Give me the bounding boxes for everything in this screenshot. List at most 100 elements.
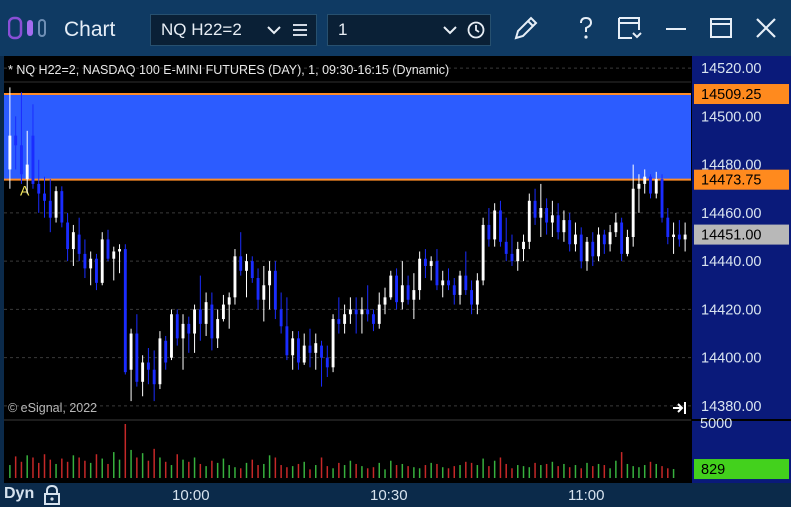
candle-body bbox=[227, 297, 231, 305]
time-label-1000: 10:00 bbox=[172, 487, 210, 504]
candle-body bbox=[389, 275, 393, 298]
candle-body bbox=[135, 333, 139, 382]
candle-body bbox=[360, 309, 364, 315]
candle-body bbox=[146, 362, 150, 370]
candle-body bbox=[372, 314, 375, 324]
price-marker-label: 14509.25 bbox=[701, 87, 761, 103]
time-axis[interactable]: Dyn 10:00 10:30 11:00 bbox=[0, 483, 791, 507]
candle-body bbox=[539, 208, 543, 218]
candle-body bbox=[470, 290, 474, 305]
candle-body bbox=[435, 261, 439, 286]
candle-body bbox=[660, 179, 664, 218]
price-axis-label: 14460.00 bbox=[701, 206, 761, 222]
candle-body bbox=[216, 319, 220, 339]
candle-body bbox=[441, 280, 445, 286]
candle-body bbox=[579, 234, 583, 262]
candle-body bbox=[285, 326, 289, 356]
candle-body bbox=[654, 179, 658, 194]
price-axis-label: 14440.00 bbox=[701, 254, 761, 270]
candle-body bbox=[452, 285, 456, 295]
candle-body bbox=[187, 323, 191, 334]
candle-body bbox=[597, 234, 600, 257]
pencil-icon[interactable] bbox=[510, 12, 542, 44]
candle-body bbox=[297, 338, 300, 363]
candle-body bbox=[89, 258, 93, 269]
candle-body bbox=[516, 249, 520, 262]
candle-body bbox=[493, 210, 497, 240]
candle-body bbox=[412, 290, 416, 300]
candle-body bbox=[250, 261, 254, 279]
candle-body bbox=[418, 258, 422, 291]
candle-body bbox=[204, 302, 208, 324]
form-icon[interactable] bbox=[614, 12, 646, 44]
chart-header: * NQ H22=2, NASDAQ 100 E-MINI FUTURES (D… bbox=[8, 63, 450, 77]
candle-body bbox=[672, 234, 676, 237]
candle-body bbox=[198, 309, 202, 324]
candle-body bbox=[383, 297, 387, 305]
price-chart[interactable]: A14520.0014500.0014480.0014460.0014440.0… bbox=[4, 56, 791, 483]
candle-body bbox=[106, 239, 110, 259]
candle-body bbox=[302, 345, 306, 363]
lock-icon[interactable] bbox=[42, 484, 62, 506]
candle-body bbox=[574, 234, 577, 245]
candle-body bbox=[620, 222, 624, 254]
candle-body bbox=[66, 222, 70, 250]
candle-body bbox=[268, 270, 272, 286]
candle-body bbox=[291, 338, 295, 356]
candle-body bbox=[118, 249, 121, 252]
chevron-down-icon[interactable] bbox=[440, 20, 460, 40]
candle-body bbox=[100, 239, 104, 283]
candle-body bbox=[614, 222, 618, 233]
candle-body bbox=[522, 241, 525, 250]
candle-body bbox=[320, 345, 323, 358]
candle-body bbox=[112, 251, 116, 259]
close-icon[interactable] bbox=[750, 12, 782, 44]
candle-body bbox=[649, 176, 652, 194]
candle-body bbox=[637, 183, 641, 189]
candle-body bbox=[164, 340, 168, 363]
candle-body bbox=[343, 314, 347, 324]
candle-body bbox=[175, 314, 179, 339]
candle-body bbox=[625, 237, 629, 254]
candle-body bbox=[666, 217, 670, 237]
candle-body bbox=[481, 224, 485, 281]
candle-body bbox=[308, 345, 312, 353]
minimize-icon[interactable] bbox=[660, 12, 692, 44]
candle-body bbox=[141, 362, 145, 382]
interval-value[interactable]: 1 bbox=[338, 20, 347, 40]
candle-body bbox=[464, 275, 468, 291]
candle-body bbox=[475, 280, 479, 305]
dyn-label[interactable]: Dyn bbox=[4, 485, 34, 503]
volume-axis-label: 5000 bbox=[700, 416, 732, 432]
candle-body bbox=[504, 241, 508, 254]
candle-body bbox=[568, 220, 572, 245]
candle-body bbox=[395, 275, 398, 303]
maximize-icon[interactable] bbox=[705, 12, 737, 44]
candle-body bbox=[158, 338, 162, 385]
chart-area[interactable]: A 14520.00 14500.00 14480.00 14460.00 14440.0… bbox=[4, 56, 791, 483]
price-marker-label: 14451.00 bbox=[701, 228, 761, 244]
help-icon[interactable] bbox=[570, 12, 602, 44]
interval-selector[interactable]: 1 bbox=[327, 14, 491, 46]
candle-body bbox=[331, 319, 335, 368]
candle-body bbox=[256, 278, 260, 300]
candle-body bbox=[193, 309, 197, 334]
candle-body bbox=[325, 357, 329, 368]
candle-body bbox=[354, 309, 358, 315]
candle-body bbox=[498, 210, 502, 242]
copyright-text: © eSignal, 2022 bbox=[8, 401, 98, 415]
zone-rectangle[interactable] bbox=[4, 94, 691, 180]
symbol-value[interactable]: NQ H22=2 bbox=[161, 20, 242, 40]
symbol-selector[interactable]: NQ H22=2 bbox=[150, 14, 317, 46]
candle-body bbox=[60, 191, 64, 223]
zone-label: A bbox=[20, 183, 30, 199]
price-axis-label: 14420.00 bbox=[701, 302, 761, 318]
clock-icon[interactable] bbox=[466, 20, 486, 40]
candle-body bbox=[556, 215, 560, 233]
chevron-down-icon[interactable] bbox=[264, 20, 284, 40]
candle-body bbox=[510, 253, 514, 262]
scroll-to-end-icon[interactable] bbox=[673, 402, 686, 414]
candle-body bbox=[406, 285, 410, 300]
candle-body bbox=[245, 261, 248, 271]
list-icon[interactable] bbox=[291, 20, 309, 40]
